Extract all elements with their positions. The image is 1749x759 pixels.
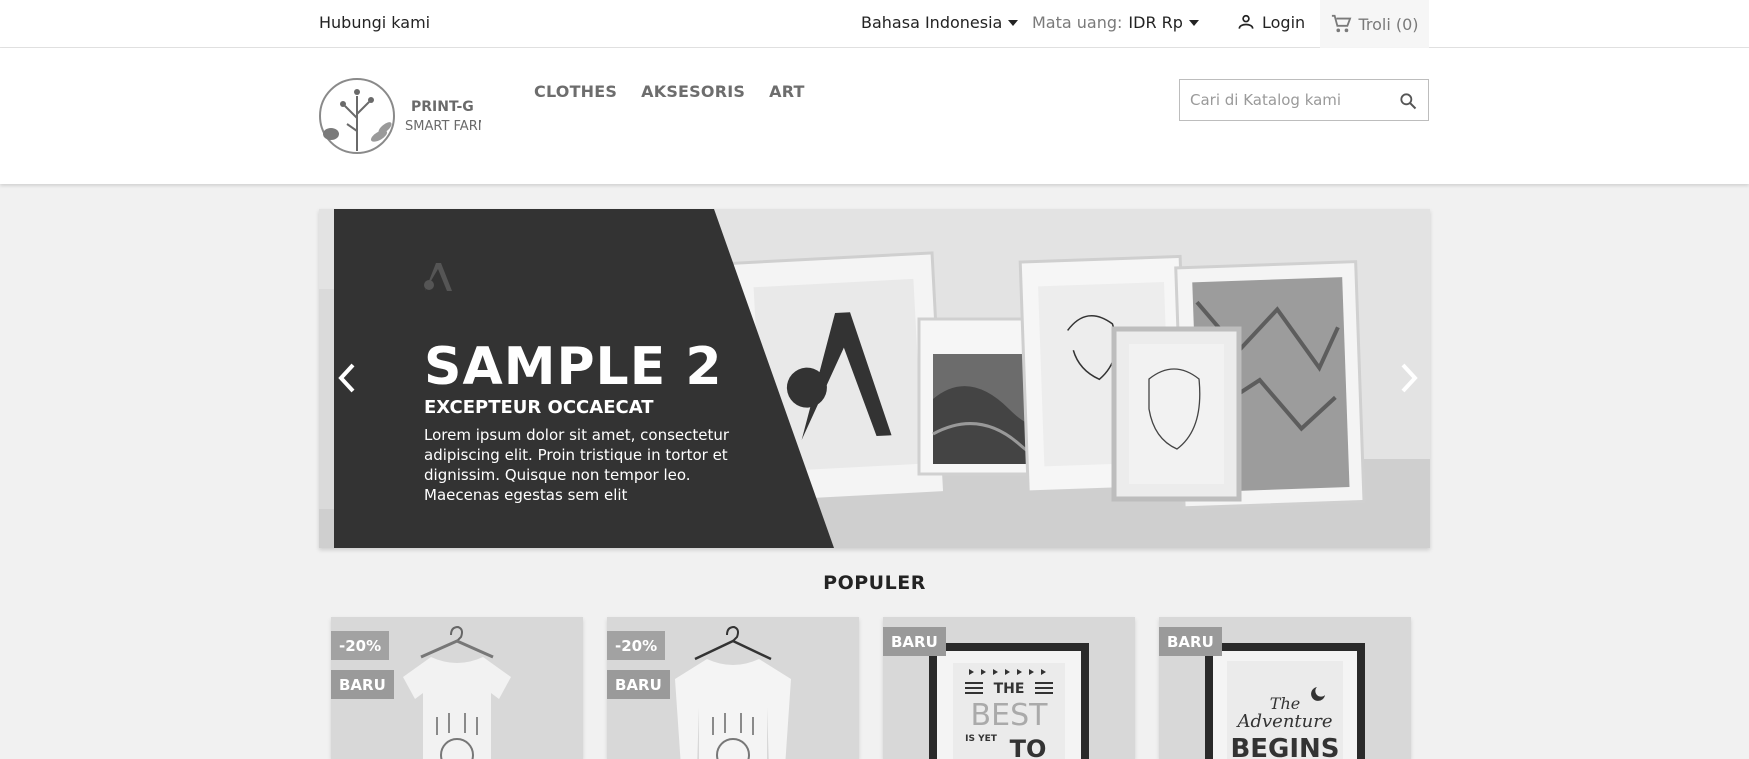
search-icon[interactable] <box>1398 91 1418 111</box>
chevron-down-icon <box>1188 19 1199 26</box>
language-selector[interactable]: Bahasa Indonesia <box>861 13 1019 32</box>
nav-art[interactable]: ART <box>769 82 805 101</box>
product-card[interactable]: The Adventure BEGINS BARU <box>1159 617 1411 759</box>
currency-selector[interactable]: Mata uang: IDR Rp <box>1032 13 1199 32</box>
new-badge: BARU <box>607 670 670 699</box>
slide-description: Lorem ipsum dolor sit amet, consectetur … <box>424 426 730 504</box>
discount-badge: -20% <box>331 631 390 660</box>
nav-clothes[interactable]: CLOTHES <box>534 82 617 101</box>
chevron-left-icon[interactable] <box>335 361 359 395</box>
poster-text: THE <box>994 681 1025 697</box>
nav-aksesoris[interactable]: AKSESORIS <box>641 82 745 101</box>
discount-badge: -20% <box>607 631 666 660</box>
language-label: Bahasa Indonesia <box>861 13 1003 32</box>
hero-slider: SAMPLE 2 EXCEPTEUR OCCAECAT Lorem ipsum … <box>319 209 1430 548</box>
login-label: Login <box>1262 12 1306 32</box>
currency-label: Mata uang: <box>1032 13 1123 32</box>
poster-text: BEST <box>971 698 1049 733</box>
cart-icon <box>1332 14 1352 33</box>
user-icon <box>1238 14 1254 29</box>
search-box <box>1179 79 1429 121</box>
poster-text: Adventure <box>1235 711 1332 732</box>
currency-value: IDR Rp <box>1128 13 1183 32</box>
slide-subtitle: EXCEPTEUR OCCAECAT <box>424 397 654 418</box>
search-input[interactable] <box>1190 91 1390 109</box>
poster-text: TO <box>1010 735 1047 759</box>
new-badge: BARU <box>331 670 394 699</box>
main-nav: CLOTHES AKSESORIS ART <box>534 82 805 101</box>
product-card[interactable]: -20% BARU <box>331 617 583 759</box>
chevron-right-icon[interactable] <box>1397 361 1421 395</box>
product-card[interactable]: -20% BARU <box>607 617 859 759</box>
poster-text: IS YET <box>965 734 998 744</box>
site-header: PRINT-G SMART FARM CLOTHES AKSESORIS ART <box>0 48 1749 184</box>
login-link[interactable]: Login <box>1236 12 1305 32</box>
cart-button[interactable]: Troli (0) <box>1320 0 1429 48</box>
new-badge: BARU <box>883 627 946 656</box>
slide-title: SAMPLE 2 <box>424 337 723 397</box>
product-card[interactable]: THE BEST IS YET TO BARU <box>883 617 1135 759</box>
poster-text: BEGINS <box>1230 734 1339 759</box>
section-title-populer: POPULER <box>823 572 926 594</box>
logo-text-1: PRINT-G <box>411 99 474 115</box>
cart-label: Troli (0) <box>1358 14 1419 34</box>
site-logo[interactable]: PRINT-G SMART FARM <box>319 76 489 156</box>
chevron-down-icon <box>1008 19 1019 26</box>
new-badge: BARU <box>1159 627 1222 656</box>
logo-text-2: SMART FARM <box>405 119 481 134</box>
contact-link[interactable]: Hubungi kami <box>319 13 430 32</box>
top-bar: Hubungi kami Bahasa Indonesia Mata uang:… <box>0 0 1749 48</box>
